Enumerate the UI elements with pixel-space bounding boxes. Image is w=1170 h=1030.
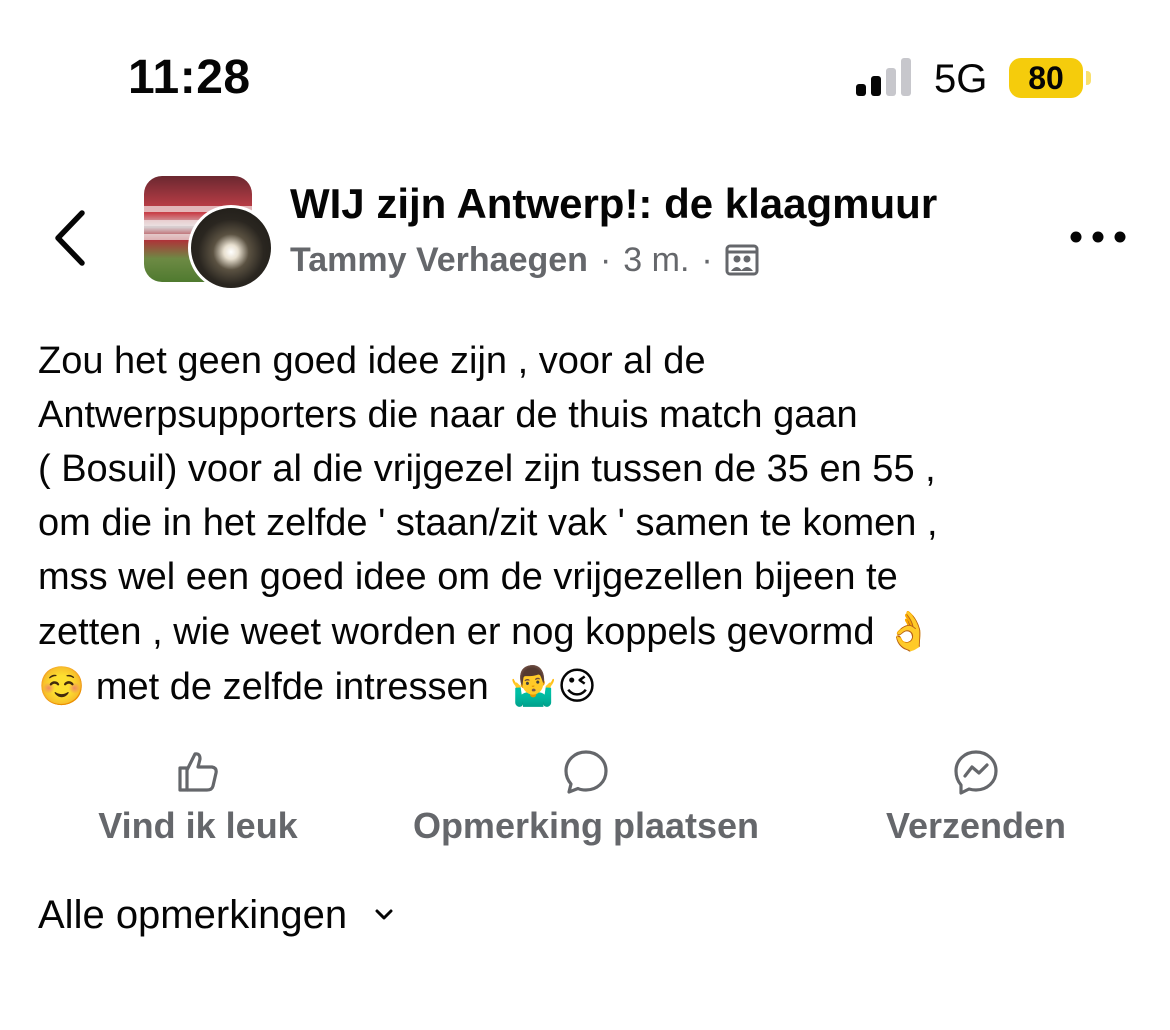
post-time[interactable]: 3 m. (623, 238, 689, 282)
post-meta: Tammy Verhaegen · 3 m. · (290, 238, 759, 282)
battery-indicator: 80 (1009, 58, 1093, 100)
shrug-emoji: 🤷‍♂️ (509, 664, 558, 708)
comment-label: Opmerking plaatsen (412, 805, 760, 846)
meta-separator: · (599, 241, 612, 279)
meta-separator: · (701, 241, 713, 279)
status-time: 11:28 (128, 51, 251, 104)
post-text-end: met de zelfde intressen (85, 666, 510, 708)
chevron-left-icon[interactable] (50, 207, 94, 269)
battery-tip (1086, 71, 1091, 85)
chevron-down-icon (375, 909, 393, 920)
more-horizontal-icon[interactable] (1068, 222, 1128, 252)
comments-filter-label: Alle opmerkingen (38, 893, 348, 937)
messenger-icon (954, 750, 998, 795)
smiling-emoji: ☺️ (38, 664, 86, 708)
signal-strength-icon (856, 58, 911, 96)
like-label: Vind ik leuk (98, 805, 298, 846)
battery-level: 80 (1009, 58, 1083, 98)
post-text-main: Zou het geen goed idee zijn , voor al de… (38, 340, 938, 653)
post-text: Zou het geen goed idee zijn , voor al de… (38, 334, 1148, 714)
send-label: Verzenden (885, 805, 1067, 846)
group-name[interactable]: WIJ zijn Antwerp!: de klaagmuur (290, 178, 937, 230)
send-button[interactable]: Verzenden (874, 748, 1078, 848)
author-name[interactable]: Tammy Verhaegen (290, 238, 588, 282)
thumbs-up-icon (178, 752, 218, 792)
network-type: 5G (934, 57, 988, 101)
comment-button[interactable]: Opmerking plaatsen (394, 748, 778, 848)
wink-emoji: 😉 (557, 664, 597, 708)
like-button[interactable]: Vind ik leuk (88, 748, 308, 848)
comment-icon (564, 750, 608, 794)
group-icon (725, 244, 759, 276)
author-avatar[interactable] (188, 205, 274, 291)
ok-hand-emoji: 👌 (885, 609, 933, 653)
comments-filter[interactable]: Alle opmerkingen (38, 890, 393, 940)
